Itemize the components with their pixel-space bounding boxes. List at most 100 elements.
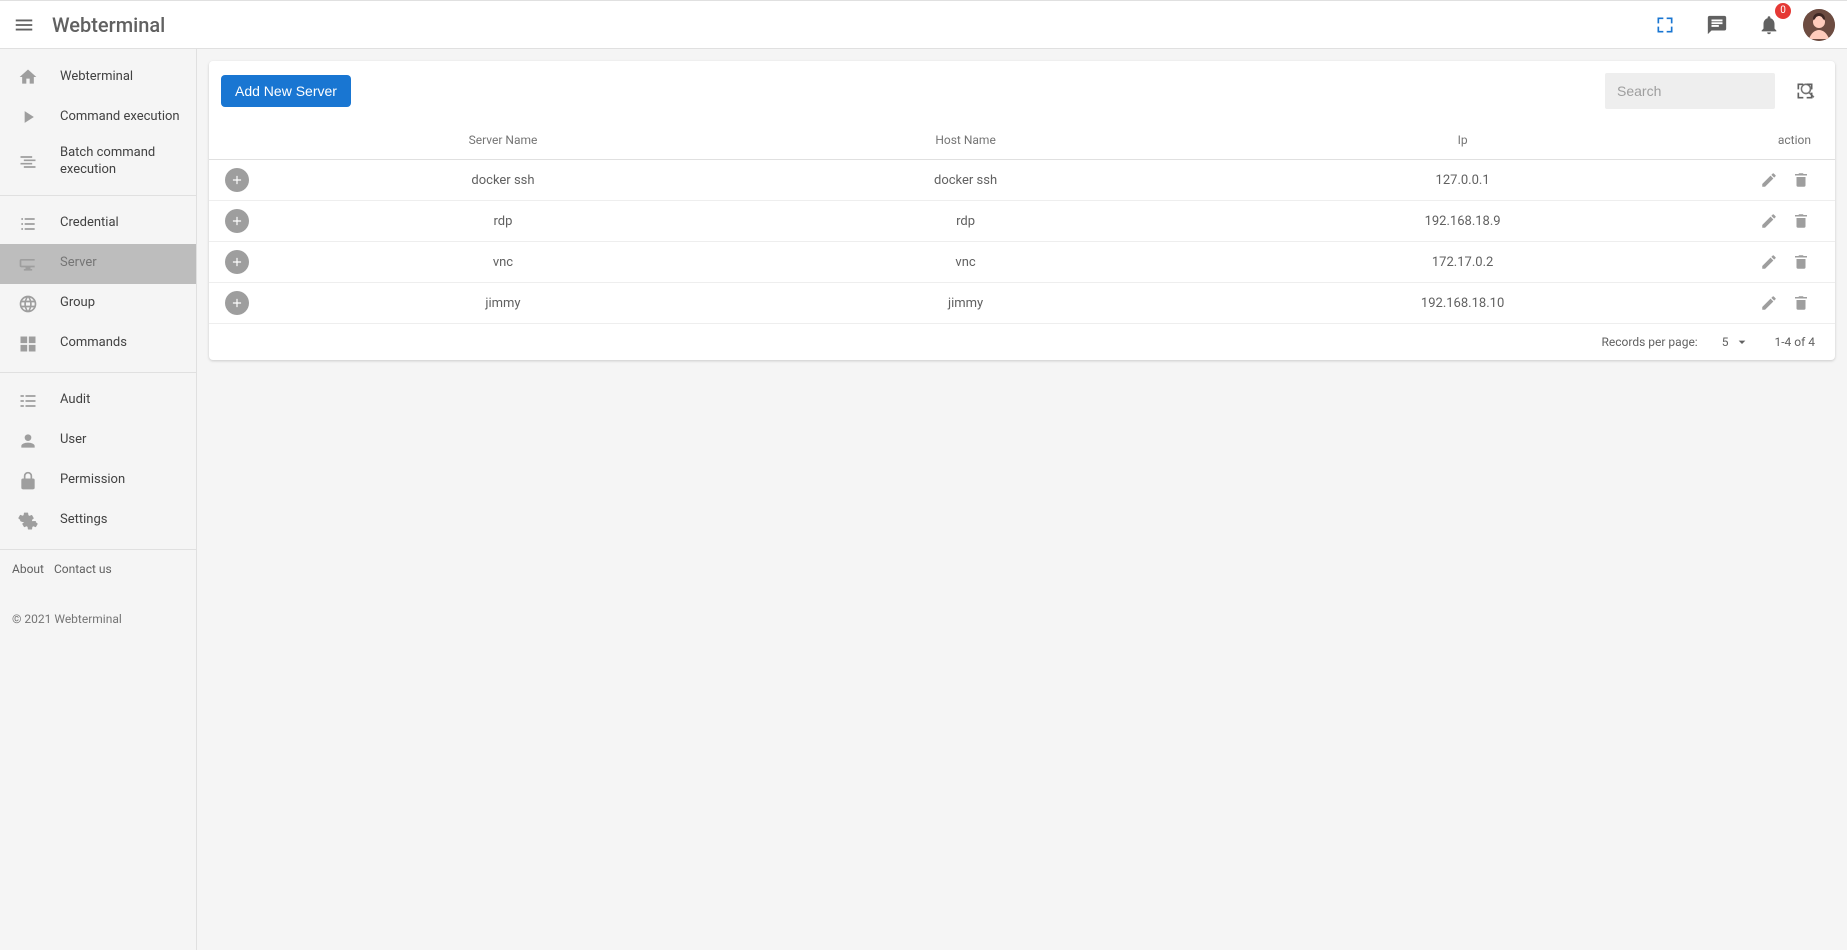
menu-toggle-button[interactable] bbox=[12, 13, 36, 37]
pencil-icon bbox=[1760, 294, 1778, 312]
cell-ip: 172.17.0.2 bbox=[1190, 242, 1735, 283]
devices-icon bbox=[16, 252, 40, 276]
edit-row-button[interactable] bbox=[1759, 252, 1779, 272]
cell-ip: 127.0.0.1 bbox=[1190, 160, 1735, 201]
table-row: docker sshdocker ssh127.0.0.1 bbox=[209, 160, 1835, 201]
sidebar-item-label: Settings bbox=[60, 512, 107, 529]
globe-icon bbox=[16, 292, 40, 316]
plus-icon bbox=[230, 214, 244, 228]
search-input[interactable] bbox=[1617, 83, 1798, 99]
sidebar-footer: About Contact us © 2021 Webterminal bbox=[0, 550, 196, 638]
table-row: rdprdp192.168.18.9 bbox=[209, 201, 1835, 242]
sidebar-item-batch-command-execution[interactable]: Batch command execution bbox=[0, 137, 196, 187]
sidebar-item-label: Commands bbox=[60, 335, 127, 352]
pencil-icon bbox=[1760, 253, 1778, 271]
sidebar-item-server[interactable]: Server bbox=[0, 244, 196, 284]
copyright-text: © 2021 Webterminal bbox=[12, 612, 184, 626]
pencil-icon bbox=[1760, 171, 1778, 189]
server-card: Add New Server Server Name bbox=[209, 61, 1835, 360]
sidebar-item-label: User bbox=[60, 432, 86, 449]
cell-host-name: vnc bbox=[741, 242, 1190, 283]
pencil-icon bbox=[1760, 212, 1778, 230]
app-title: Webterminal bbox=[52, 13, 165, 37]
lines-icon bbox=[16, 150, 40, 174]
sidebar-item-label: Batch command execution bbox=[60, 145, 180, 179]
sidebar-item-label: Webterminal bbox=[60, 69, 133, 86]
cell-server-name: vnc bbox=[265, 242, 741, 283]
sidebar-item-webterminal[interactable]: Webterminal bbox=[0, 57, 196, 97]
table-row: vncvnc172.17.0.2 bbox=[209, 242, 1835, 283]
expand-row-button[interactable] bbox=[225, 291, 249, 315]
cell-ip: 192.168.18.9 bbox=[1190, 201, 1735, 242]
plus-icon bbox=[230, 255, 244, 269]
sidebar: Webterminal Command execution Batch comman… bbox=[0, 49, 197, 950]
edit-row-button[interactable] bbox=[1759, 211, 1779, 231]
cell-server-name: docker ssh bbox=[265, 160, 741, 201]
table-row: jimmyjimmy192.168.18.10 bbox=[209, 283, 1835, 324]
col-action: action bbox=[1735, 121, 1835, 160]
sidebar-item-credential[interactable]: Credential bbox=[0, 204, 196, 244]
sidebar-item-commands[interactable]: Commands bbox=[0, 324, 196, 364]
edit-row-button[interactable] bbox=[1759, 293, 1779, 313]
cell-server-name: jimmy bbox=[265, 283, 741, 324]
fullscreen-button[interactable] bbox=[1647, 7, 1683, 43]
trash-icon bbox=[1792, 294, 1810, 312]
sidebar-item-group[interactable]: Group bbox=[0, 284, 196, 324]
col-host-name: Host Name bbox=[741, 121, 1190, 160]
fullscreen-icon bbox=[1795, 81, 1815, 101]
plus-icon bbox=[230, 173, 244, 187]
sidebar-item-label: Server bbox=[60, 255, 97, 272]
footer-link-about[interactable]: About bbox=[12, 562, 44, 576]
rows-per-page-select[interactable]: 5 bbox=[1722, 334, 1751, 350]
expand-row-button[interactable] bbox=[225, 168, 249, 192]
hamburger-icon bbox=[13, 14, 35, 36]
pagination-range: 1-4 of 4 bbox=[1774, 335, 1815, 349]
cell-host-name: rdp bbox=[741, 201, 1190, 242]
notifications-button[interactable]: 0 bbox=[1751, 7, 1787, 43]
gear-icon bbox=[16, 509, 40, 533]
table-footer: Records per page: 5 1-4 of 4 bbox=[209, 324, 1835, 360]
sidebar-item-label: Audit bbox=[60, 392, 90, 409]
col-server-name: Server Name bbox=[265, 121, 741, 160]
delete-row-button[interactable] bbox=[1791, 252, 1811, 272]
cell-server-name: rdp bbox=[265, 201, 741, 242]
cell-host-name: docker ssh bbox=[741, 160, 1190, 201]
sidebar-item-audit[interactable]: Audit bbox=[0, 381, 196, 421]
rows-per-page-value: 5 bbox=[1722, 335, 1729, 349]
card-fullscreen-button[interactable] bbox=[1787, 73, 1823, 109]
trash-icon bbox=[1792, 171, 1810, 189]
delete-row-button[interactable] bbox=[1791, 293, 1811, 313]
topbar-actions: 0 bbox=[1647, 7, 1835, 43]
servers-table: Server Name Host Name Ip action docker s… bbox=[209, 121, 1835, 324]
play-icon bbox=[16, 105, 40, 129]
user-avatar[interactable] bbox=[1803, 9, 1835, 41]
chevron-down-icon bbox=[1734, 334, 1750, 350]
add-server-button[interactable]: Add New Server bbox=[221, 75, 351, 107]
sidebar-item-permission[interactable]: Permission bbox=[0, 461, 196, 501]
lock-icon bbox=[16, 469, 40, 493]
delete-row-button[interactable] bbox=[1791, 170, 1811, 190]
cell-host-name: jimmy bbox=[741, 283, 1190, 324]
messages-button[interactable] bbox=[1699, 7, 1735, 43]
edit-row-button[interactable] bbox=[1759, 170, 1779, 190]
rows-per-page-label: Records per page: bbox=[1602, 335, 1698, 349]
sidebar-item-command-execution[interactable]: Command execution bbox=[0, 97, 196, 137]
delete-row-button[interactable] bbox=[1791, 211, 1811, 231]
notification-badge: 0 bbox=[1775, 3, 1791, 19]
card-toolbar: Add New Server bbox=[209, 61, 1835, 121]
sidebar-item-label: Permission bbox=[60, 472, 125, 489]
footer-link-contact-us[interactable]: Contact us bbox=[54, 562, 112, 576]
sidebar-item-settings[interactable]: Settings bbox=[0, 501, 196, 541]
sidebar-item-label: Credential bbox=[60, 215, 119, 232]
sidebar-item-label: Group bbox=[60, 295, 95, 312]
expand-row-button[interactable] bbox=[225, 250, 249, 274]
topbar: Webterminal 0 bbox=[0, 0, 1847, 49]
cell-ip: 192.168.18.10 bbox=[1190, 283, 1735, 324]
bars-icon bbox=[16, 389, 40, 413]
expand-row-button[interactable] bbox=[225, 209, 249, 233]
list-icon bbox=[16, 212, 40, 236]
sidebar-item-user[interactable]: User bbox=[0, 421, 196, 461]
home-icon bbox=[16, 65, 40, 89]
fullscreen-icon bbox=[1655, 15, 1675, 35]
person-icon bbox=[16, 429, 40, 453]
